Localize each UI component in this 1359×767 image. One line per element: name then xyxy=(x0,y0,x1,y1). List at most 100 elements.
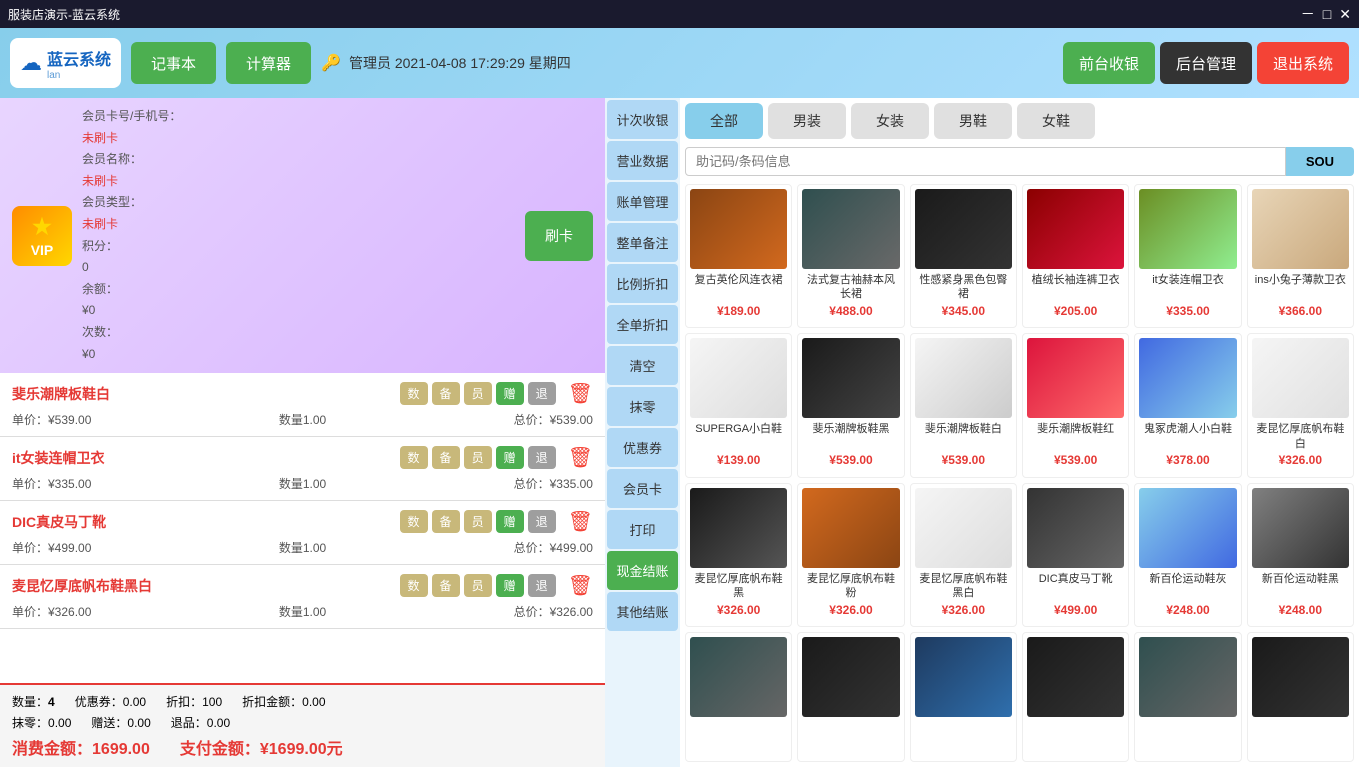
delete-icon[interactable]: 🗑 xyxy=(568,445,593,470)
cat-tab-men-clothing[interactable]: 男装 xyxy=(768,103,846,139)
product-card[interactable] xyxy=(910,632,1017,762)
member-button[interactable]: 员 xyxy=(464,510,492,533)
member-area: ★ VIP 会员卡号/手机号：未刷卡 会员名称：未刷卡 会员类型：未刷卡 积分：… xyxy=(0,98,605,373)
nav-coupon[interactable]: 优惠券 xyxy=(607,428,678,467)
product-image xyxy=(1252,189,1349,269)
maximize-button[interactable]: □ xyxy=(1323,4,1331,24)
cart-area: 斐乐潮牌板鞋白 数 备 员 赠 退 🗑 单价：¥539.00 数量1.00 总价… xyxy=(0,373,605,683)
return-button[interactable]: 退 xyxy=(528,446,556,469)
product-card[interactable] xyxy=(1247,632,1354,762)
note-button[interactable]: 备 xyxy=(432,446,460,469)
qty-button[interactable]: 数 xyxy=(400,382,428,405)
delete-icon[interactable]: 🗑 xyxy=(568,509,593,534)
return-button[interactable]: 退 xyxy=(528,382,556,405)
product-card[interactable]: SUPERGA小白鞋 ¥139.00 xyxy=(685,333,792,477)
member-button[interactable]: 员 xyxy=(464,574,492,597)
front-desk-button[interactable]: 前台收银 xyxy=(1063,42,1155,84)
notebook-button[interactable]: 记事本 xyxy=(131,42,216,84)
product-card[interactable]: DIC真皮马丁靴 ¥499.00 xyxy=(1022,483,1129,627)
product-card[interactable]: 性感紧身黑色包臀裙 ¥345.00 xyxy=(910,184,1017,328)
unit-price-label: 单价：¥335.00 xyxy=(12,475,91,492)
product-card[interactable]: 麦昆忆厚底帆布鞋粉 ¥326.00 xyxy=(797,483,904,627)
title-bar: 服装店演示-蓝云系统 － □ ✕ xyxy=(0,0,1359,28)
nav-member-card[interactable]: 会员卡 xyxy=(607,469,678,508)
product-card[interactable]: 麦昆忆厚底帆布鞋黑白 ¥326.00 xyxy=(910,483,1017,627)
gift-button[interactable]: 赠 xyxy=(496,574,524,597)
product-price: ¥488.00 xyxy=(802,304,899,318)
product-name xyxy=(690,721,787,749)
cat-tab-women-clothing[interactable]: 女装 xyxy=(851,103,929,139)
product-name xyxy=(915,721,1012,749)
nav-count-checkout[interactable]: 计次收银 xyxy=(607,100,678,139)
middle-nav: 计次收银 营业数据 账单管理 整单备注 比例折扣 全单折扣 清空 抹零 优惠券 … xyxy=(605,98,680,767)
product-card[interactable]: 麦昆忆厚底帆布鞋黑 ¥326.00 xyxy=(685,483,792,627)
product-card[interactable]: 斐乐潮牌板鞋白 ¥539.00 xyxy=(910,333,1017,477)
delete-icon[interactable]: 🗑 xyxy=(568,381,593,406)
delete-icon[interactable]: 🗑 xyxy=(568,573,593,598)
nav-cash-checkout[interactable]: 现金结账 xyxy=(607,551,678,590)
note-button[interactable]: 备 xyxy=(432,510,460,533)
product-card[interactable]: 斐乐潮牌板鞋黑 ¥539.00 xyxy=(797,333,904,477)
gift-button[interactable]: 赠 xyxy=(496,446,524,469)
product-name: 性感紧身黑色包臀裙 xyxy=(915,273,1012,301)
cat-tab-men-shoes[interactable]: 男鞋 xyxy=(934,103,1012,139)
vip-badge: ★ VIP xyxy=(12,206,72,266)
product-price: ¥345.00 xyxy=(915,304,1012,318)
product-card[interactable] xyxy=(685,632,792,762)
nav-business-data[interactable]: 营业数据 xyxy=(607,141,678,180)
scan-card-button[interactable]: 刷卡 xyxy=(525,211,593,261)
cat-tab-women-shoes[interactable]: 女鞋 xyxy=(1017,103,1095,139)
cart-item-name[interactable]: DIC真皮马丁靴 xyxy=(12,512,106,532)
product-card[interactable]: it女装连帽卫衣 ¥335.00 xyxy=(1134,184,1241,328)
product-card[interactable]: ins小兔子薄款卫衣 ¥366.00 xyxy=(1247,184,1354,328)
total-price-label: 总价：¥335.00 xyxy=(514,475,593,492)
back-office-button[interactable]: 后台管理 xyxy=(1160,42,1252,84)
search-input[interactable] xyxy=(685,147,1286,176)
cart-item-name[interactable]: it女装连帽卫衣 xyxy=(12,448,105,468)
gift-button[interactable]: 赠 xyxy=(496,510,524,533)
qty-button[interactable]: 数 xyxy=(400,574,428,597)
product-card[interactable]: 复古英伦风连衣裙 ¥189.00 xyxy=(685,184,792,328)
minimize-button[interactable]: － xyxy=(1301,4,1315,24)
return-button[interactable]: 退 xyxy=(528,574,556,597)
nav-clear[interactable]: 清空 xyxy=(607,346,678,385)
product-image xyxy=(915,637,1012,717)
return-button[interactable]: 退 xyxy=(528,510,556,533)
search-button[interactable]: SOU xyxy=(1286,147,1354,176)
nav-bill-management[interactable]: 账单管理 xyxy=(607,182,678,221)
cart-item-buttons: 数 备 员 赠 退 🗑 xyxy=(400,509,593,534)
member-button[interactable]: 员 xyxy=(464,382,492,405)
product-name: 法式复古袖赫本风长裙 xyxy=(802,273,899,301)
nav-ratio-discount[interactable]: 比例折扣 xyxy=(607,264,678,303)
product-card[interactable] xyxy=(797,632,904,762)
product-card[interactable] xyxy=(1022,632,1129,762)
qty-button[interactable]: 数 xyxy=(400,446,428,469)
nav-order-note[interactable]: 整单备注 xyxy=(607,223,678,262)
product-card[interactable]: 斐乐潮牌板鞋红 ¥539.00 xyxy=(1022,333,1129,477)
nav-other-checkout[interactable]: 其他结账 xyxy=(607,592,678,631)
cart-item-name[interactable]: 斐乐潮牌板鞋白 xyxy=(12,384,110,404)
cart-item-name[interactable]: 麦昆忆厚底帆布鞋黑白 xyxy=(12,576,152,596)
note-button[interactable]: 备 xyxy=(432,382,460,405)
gift-button[interactable]: 赠 xyxy=(496,382,524,405)
product-card[interactable]: 麦昆忆厚底帆布鞋白 ¥326.00 xyxy=(1247,333,1354,477)
product-card[interactable]: 植绒长袖连裤卫衣 ¥205.00 xyxy=(1022,184,1129,328)
exit-button[interactable]: 退出系统 xyxy=(1257,42,1349,84)
nav-erase[interactable]: 抹零 xyxy=(607,387,678,426)
member-button[interactable]: 员 xyxy=(464,446,492,469)
note-button[interactable]: 备 xyxy=(432,574,460,597)
product-card[interactable] xyxy=(1134,632,1241,762)
cat-tab-all[interactable]: 全部 xyxy=(685,103,763,139)
window-title: 服装店演示-蓝云系统 xyxy=(8,6,1301,23)
product-card[interactable]: 新百伦运动鞋黑 ¥248.00 xyxy=(1247,483,1354,627)
close-button[interactable]: ✕ xyxy=(1339,4,1351,24)
nav-print[interactable]: 打印 xyxy=(607,510,678,549)
nav-full-discount[interactable]: 全单折扣 xyxy=(607,305,678,344)
product-card[interactable]: 鬼冢虎潮人小白鞋 ¥378.00 xyxy=(1134,333,1241,477)
calculator-button[interactable]: 计算器 xyxy=(226,42,311,84)
product-image xyxy=(1252,338,1349,418)
product-card[interactable]: 法式复古袖赫本风长裙 ¥488.00 xyxy=(797,184,904,328)
product-image xyxy=(1027,338,1124,418)
qty-button[interactable]: 数 xyxy=(400,510,428,533)
product-card[interactable]: 新百伦运动鞋灰 ¥248.00 xyxy=(1134,483,1241,627)
